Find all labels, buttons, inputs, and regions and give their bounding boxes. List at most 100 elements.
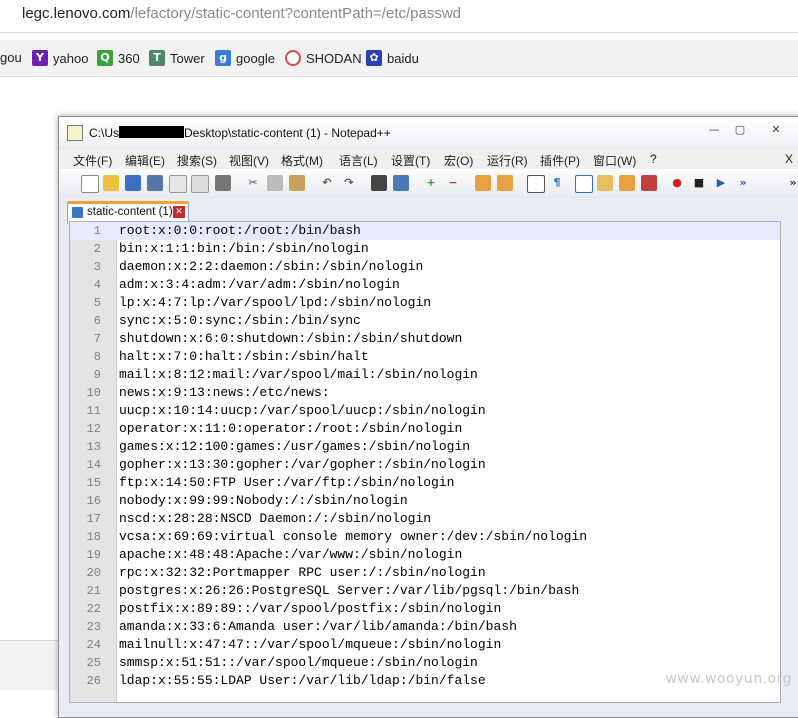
save-icon[interactable] bbox=[125, 175, 141, 191]
sync-vertical-icon[interactable] bbox=[475, 175, 491, 191]
line-text: shutdown:x:6:0:shutdown:/sbin:/sbin/shut… bbox=[119, 331, 463, 346]
print-icon[interactable] bbox=[215, 175, 231, 191]
function-list-icon[interactable] bbox=[641, 175, 657, 191]
toolbar: ✂ ↶ ↷ + − ¶ ● ■ ▶ » » bbox=[59, 169, 798, 198]
find-icon[interactable] bbox=[371, 175, 387, 191]
maximize-button[interactable]: ▢ bbox=[729, 121, 751, 139]
stop-macro-icon[interactable]: ■ bbox=[691, 175, 707, 191]
menu-run[interactable]: 运行(R) bbox=[487, 152, 528, 169]
editor-line[interactable]: 21 postgres:x:26:26:PostgreSQL Server:/va… bbox=[70, 582, 780, 600]
editor-pane[interactable]: 1 root:x:0:0:root:/root:/bin/bash 2 bin:x:1… bbox=[69, 221, 781, 703]
line-number: 9 bbox=[93, 368, 101, 382]
close-file-icon[interactable] bbox=[169, 175, 187, 193]
tab-close-icon[interactable]: ✕ bbox=[173, 206, 185, 218]
line-text: smmsp:x:51:51::/var/spool/mqueue:/sbin/n… bbox=[119, 655, 478, 670]
bookmark-google[interactable]: g google bbox=[215, 50, 275, 66]
editor-line[interactable]: 9 mail:x:8:12:mail:/var/spool/mail:/sbin/… bbox=[70, 366, 780, 384]
line-text: news:x:9:13:news:/etc/news: bbox=[119, 385, 330, 400]
menu-view[interactable]: 视图(V) bbox=[229, 152, 269, 169]
editor-line[interactable]: 7 shutdown:x:6:0:shutdown:/sbin:/sbin/shu… bbox=[70, 330, 780, 348]
address-bar[interactable]: legc.lenovo.com/lefactory/static-content… bbox=[0, 0, 798, 33]
title-bar[interactable]: C:\Us Desktop\static-content (1) - Notepa… bbox=[59, 117, 798, 147]
shodan-icon bbox=[285, 50, 301, 66]
run-macro-multiple-icon[interactable]: » bbox=[735, 175, 751, 191]
sync-horizontal-icon[interactable] bbox=[497, 175, 513, 191]
menu-macro[interactable]: 宏(O) bbox=[444, 152, 473, 169]
bookmark-360[interactable]: Q 360 bbox=[97, 50, 140, 66]
open-file-icon[interactable] bbox=[103, 175, 119, 191]
editor-line[interactable]: 6 sync:x:5:0:sync:/sbin:/bin/sync bbox=[70, 312, 780, 330]
editor-line[interactable]: 19 apache:x:48:48:Apache:/var/www:/sbin/n… bbox=[70, 546, 780, 564]
indent-guide-icon[interactable] bbox=[575, 175, 593, 193]
editor-line[interactable]: 17 nscd:x:28:28:NSCD Daemon:/:/sbin/nolog… bbox=[70, 510, 780, 528]
zoom-in-icon[interactable]: + bbox=[423, 175, 439, 191]
bookmark-tower[interactable]: T Tower bbox=[149, 50, 205, 66]
language-icon[interactable] bbox=[597, 175, 613, 191]
line-number: 1 bbox=[93, 224, 101, 238]
editor-line[interactable]: 1 root:x:0:0:root:/root:/bin/bash bbox=[70, 222, 780, 240]
editor-line[interactable]: 3 daemon:x:2:2:daemon:/sbin:/sbin/nologin bbox=[70, 258, 780, 276]
editor-line[interactable]: 2 bin:x:1:1:bin:/bin:/sbin/nologin bbox=[70, 240, 780, 258]
replace-icon[interactable] bbox=[393, 175, 409, 191]
line-text: gopher:x:13:30:gopher:/var/gopher:/sbin/… bbox=[119, 457, 486, 472]
editor-line[interactable]: 5 lp:x:4:7:lp:/var/spool/lpd:/sbin/nologi… bbox=[70, 294, 780, 312]
bookmark-sogou[interactable]: gou bbox=[0, 50, 22, 65]
menu-language[interactable]: 语言(L) bbox=[339, 152, 378, 169]
record-macro-icon[interactable]: ● bbox=[669, 175, 685, 191]
line-number: 23 bbox=[86, 620, 101, 634]
word-wrap-icon[interactable] bbox=[527, 175, 545, 193]
menu-edit[interactable]: 编辑(E) bbox=[125, 152, 165, 169]
bookmark-label: SHODAN bbox=[306, 50, 362, 66]
copy-icon[interactable] bbox=[267, 175, 283, 191]
menu-settings[interactable]: 设置(T) bbox=[391, 152, 430, 169]
line-text: daemon:x:2:2:daemon:/sbin:/sbin/nologin bbox=[119, 259, 424, 274]
line-number: 7 bbox=[93, 332, 101, 346]
bookmark-label: baidu bbox=[387, 50, 419, 66]
line-number: 4 bbox=[93, 278, 101, 292]
new-file-icon[interactable] bbox=[81, 175, 99, 193]
line-number: 6 bbox=[93, 314, 101, 328]
editor-line[interactable]: 8 halt:x:7:0:halt:/sbin:/sbin/halt bbox=[70, 348, 780, 366]
editor-line[interactable]: 18 vcsa:x:69:69:virtual console memory ow… bbox=[70, 528, 780, 546]
cut-icon[interactable]: ✂ bbox=[245, 175, 261, 191]
zoom-out-icon[interactable]: − bbox=[445, 175, 461, 191]
editor-line[interactable]: 16 nobody:x:99:99:Nobody:/:/sbin/nologin bbox=[70, 492, 780, 510]
editor-line[interactable]: 22 postfix:x:89:89::/var/spool/postfix:/s… bbox=[70, 600, 780, 618]
menu-file[interactable]: 文件(F) bbox=[73, 152, 112, 169]
editor-line[interactable]: 25 smmsp:x:51:51::/var/spool/mqueue:/sbin… bbox=[70, 654, 780, 672]
menu-close-doc[interactable]: X bbox=[785, 152, 793, 166]
save-all-icon[interactable] bbox=[147, 175, 163, 191]
menu-format[interactable]: 格式(M) bbox=[281, 152, 323, 169]
minimize-button[interactable]: — bbox=[703, 121, 725, 139]
editor-line[interactable]: 4 adm:x:3:4:adm:/var/adm:/sbin/nologin bbox=[70, 276, 780, 294]
editor-line[interactable]: 24 mailnull:x:47:47::/var/spool/mqueue:/s… bbox=[70, 636, 780, 654]
menu-search[interactable]: 搜索(S) bbox=[177, 152, 217, 169]
undo-icon[interactable]: ↶ bbox=[319, 175, 335, 191]
window-title: C:\Us Desktop\static-content (1) - Notepa… bbox=[89, 126, 391, 140]
editor-line[interactable]: 20 rpc:x:32:32:Portmapper RPC user:/:/sbi… bbox=[70, 564, 780, 582]
folder-view-icon[interactable] bbox=[619, 175, 635, 191]
editor-line[interactable]: 15 ftp:x:14:50:FTP User:/var/ftp:/sbin/no… bbox=[70, 474, 780, 492]
editor-line[interactable]: 14 gopher:x:13:30:gopher:/var/gopher:/sbi… bbox=[70, 456, 780, 474]
bookmark-baidu[interactable]: ✿ baidu bbox=[366, 50, 419, 66]
editor-lines: 1 root:x:0:0:root:/root:/bin/bash 2 bin:x:1… bbox=[70, 222, 780, 690]
play-macro-icon[interactable]: ▶ bbox=[713, 175, 729, 191]
editor-line[interactable]: 10 news:x:9:13:news:/etc/news: bbox=[70, 384, 780, 402]
menu-plugins[interactable]: 插件(P) bbox=[540, 152, 580, 169]
editor-line[interactable]: 12 operator:x:11:0:operator:/root:/sbin/n… bbox=[70, 420, 780, 438]
editor-line[interactable]: 23 amanda:x:33:6:Amanda user:/var/lib/ama… bbox=[70, 618, 780, 636]
menu-window[interactable]: 窗口(W) bbox=[593, 152, 636, 169]
show-all-chars-icon[interactable]: ¶ bbox=[549, 175, 565, 191]
close-all-icon[interactable] bbox=[191, 175, 209, 193]
close-button[interactable]: ✕ bbox=[759, 121, 793, 139]
redo-icon[interactable]: ↷ bbox=[341, 175, 357, 191]
bookmark-shodan[interactable]: SHODAN bbox=[285, 50, 362, 66]
line-text: adm:x:3:4:adm:/var/adm:/sbin/nologin bbox=[119, 277, 400, 292]
bookmark-yahoo[interactable]: Y yahoo bbox=[32, 50, 88, 66]
url-text[interactable]: legc.lenovo.com/lefactory/static-content… bbox=[22, 5, 461, 22]
editor-line[interactable]: 13 games:x:12:100:games:/usr/games:/sbin/… bbox=[70, 438, 780, 456]
toolbar-overflow-icon[interactable]: » bbox=[785, 175, 798, 191]
paste-icon[interactable] bbox=[289, 175, 305, 191]
editor-line[interactable]: 11 uucp:x:10:14:uucp:/var/spool/uucp:/sbi… bbox=[70, 402, 780, 420]
menu-help[interactable]: ? bbox=[650, 152, 657, 166]
